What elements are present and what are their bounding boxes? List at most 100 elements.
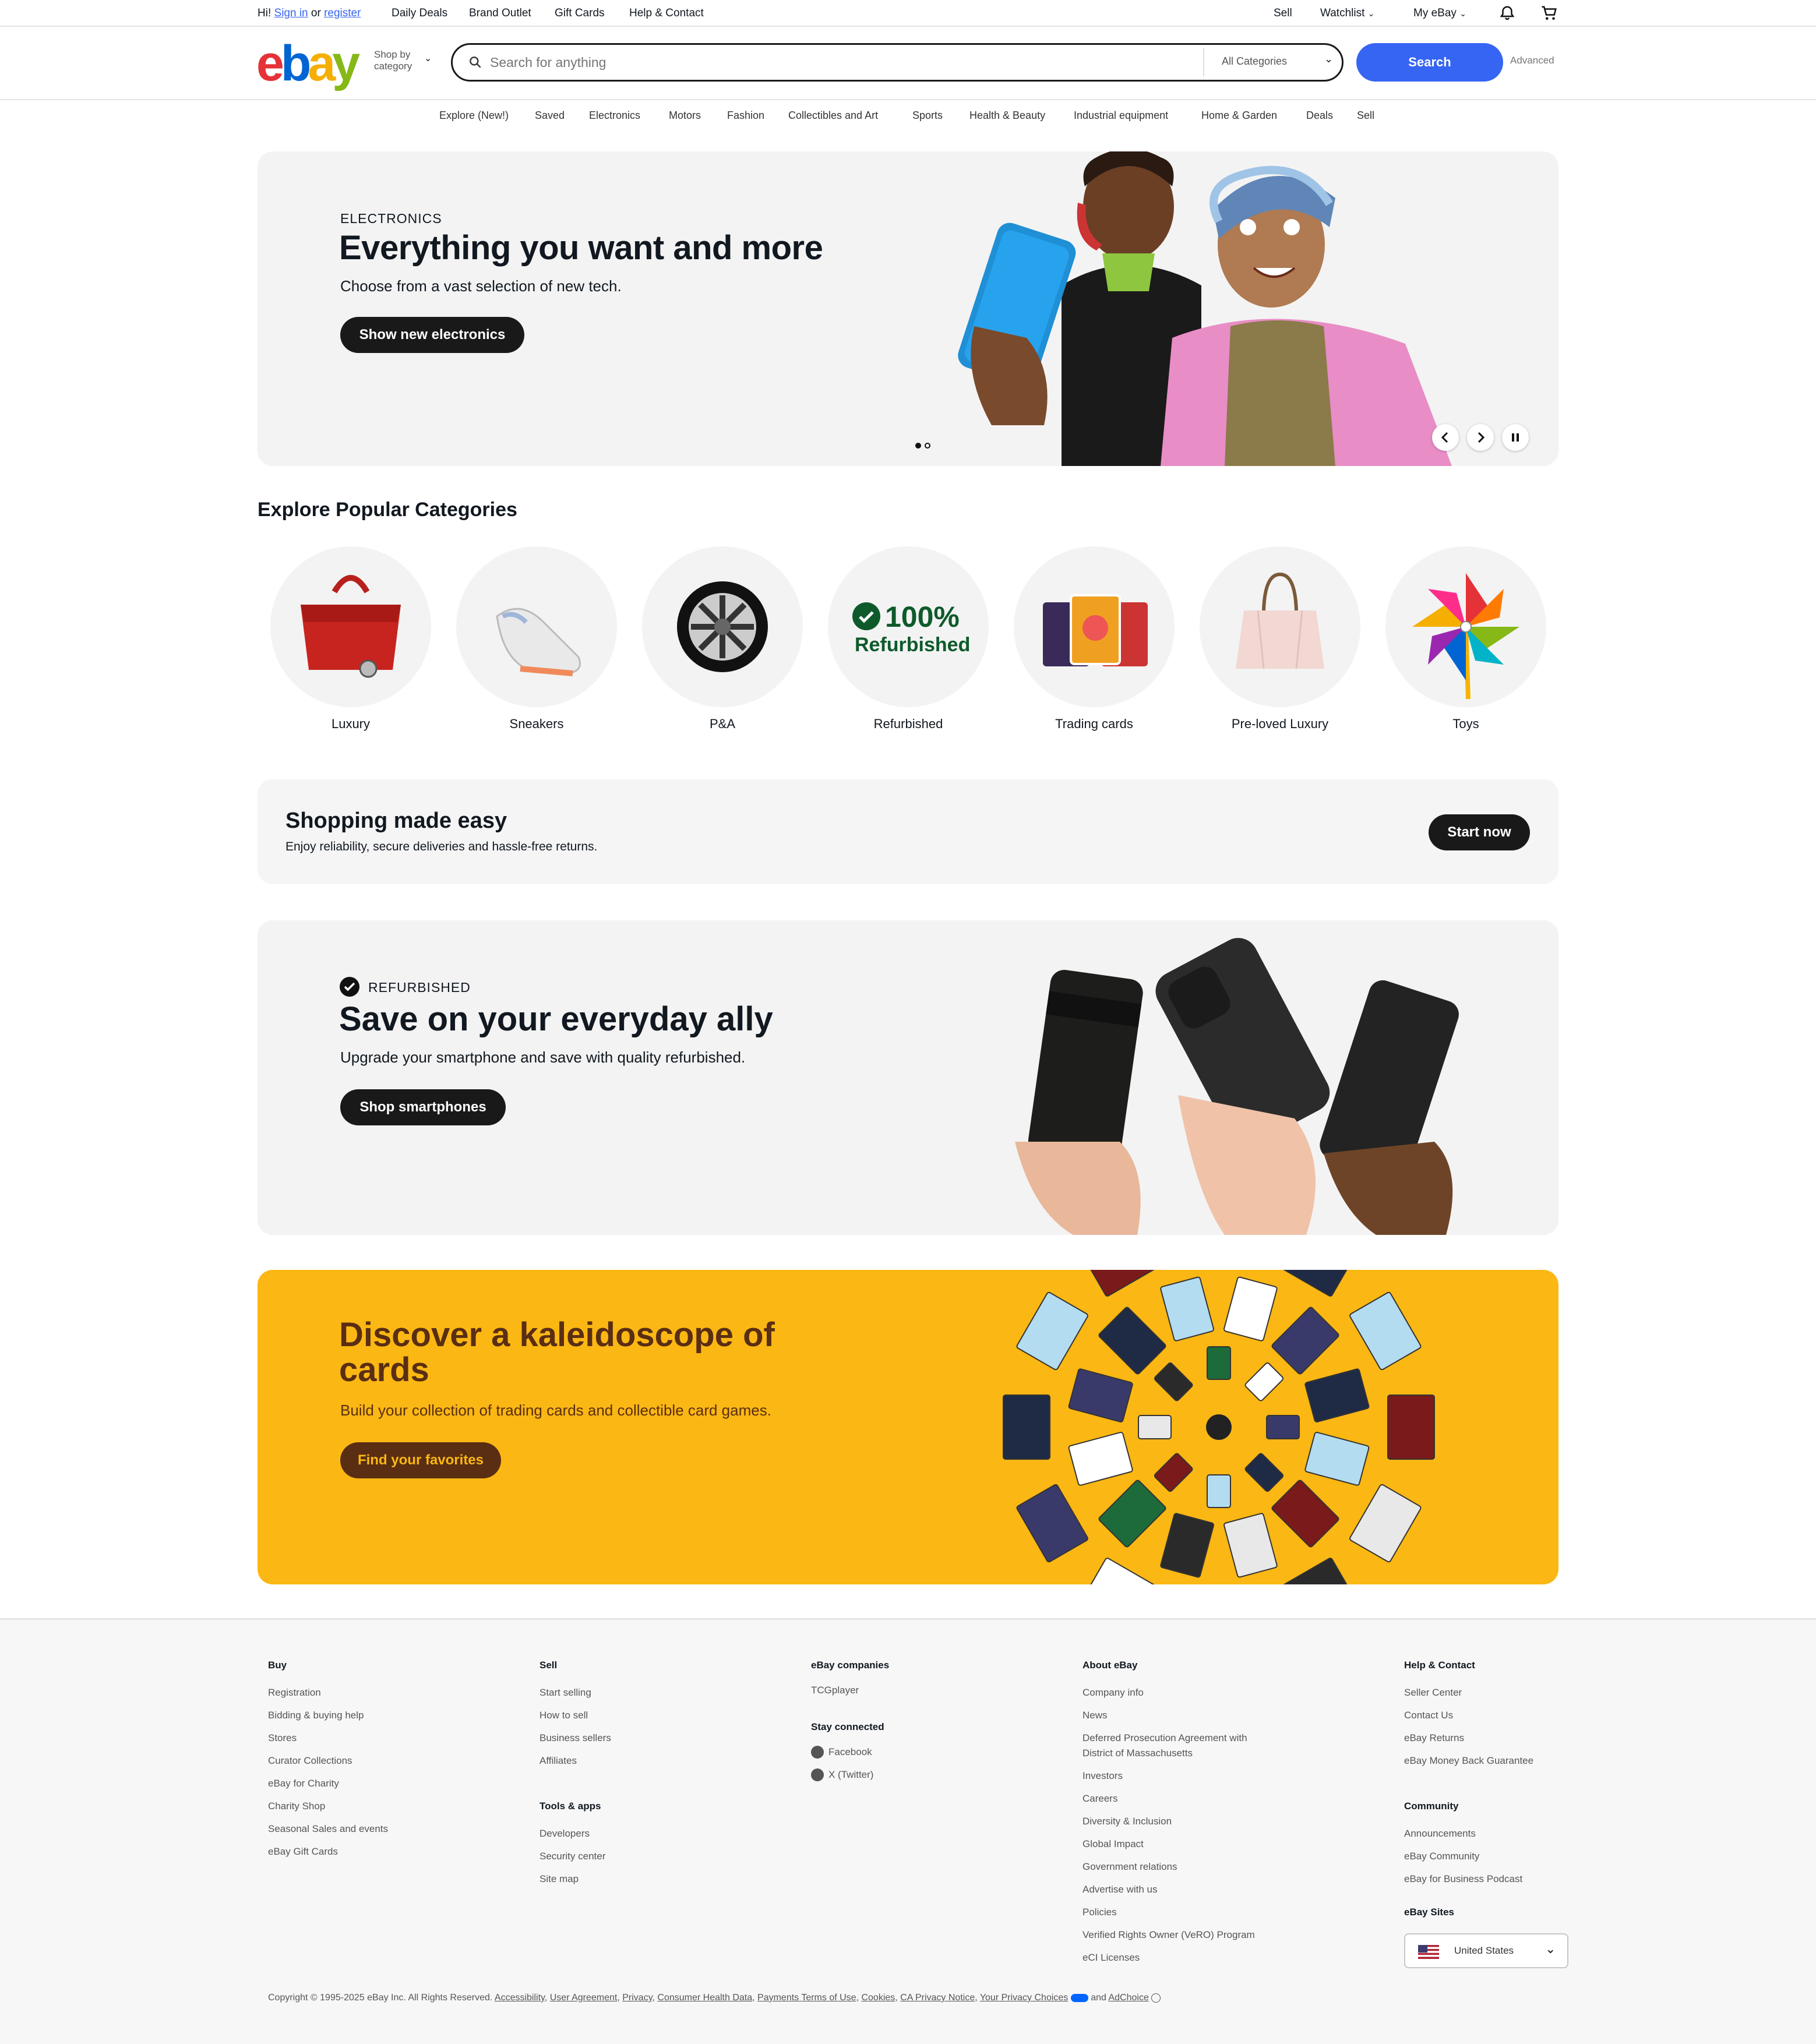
nav-sports[interactable]: Sports [912, 110, 943, 122]
help-contact-link[interactable]: Help & Contact [629, 7, 704, 20]
footer-about-link[interactable]: Company info [1082, 1685, 1144, 1700]
footer-about-link[interactable]: District of Massachusetts [1082, 1746, 1193, 1761]
adchoice-link[interactable]: AdChoice [1108, 1993, 1148, 2003]
footer-about-link[interactable]: Deferred Prosecution Agreement with [1082, 1731, 1247, 1746]
nav-industrial[interactable]: Industrial equipment [1074, 110, 1168, 122]
category-toys[interactable] [1385, 546, 1546, 707]
nav-collectibles[interactable]: Collectibles and Art [788, 110, 878, 122]
shop-smartphones-button[interactable]: Shop smartphones [340, 1089, 506, 1125]
trading-cards-banner[interactable]: Discover a kaleidoscope of cards Build y… [258, 1270, 1558, 1584]
category-label-luxury[interactable]: Luxury [270, 716, 431, 732]
category-trading-cards[interactable] [1014, 546, 1175, 707]
ca-privacy-link[interactable]: CA Privacy Notice [900, 1993, 975, 2003]
carousel-pause-button[interactable] [1502, 424, 1529, 451]
footer-buy-link[interactable]: eBay Gift Cards [268, 1844, 338, 1859]
footer-sell-link[interactable]: Start selling [539, 1685, 591, 1700]
carousel-next-button[interactable] [1467, 424, 1494, 451]
footer-about-link[interactable]: Global Impact [1082, 1837, 1144, 1852]
search-button[interactable]: Search [1356, 43, 1503, 82]
category-pre-loved-luxury[interactable] [1200, 546, 1360, 707]
user-agreement-link[interactable]: User Agreement [550, 1993, 618, 2003]
find-favorites-button[interactable]: Find your favorites [340, 1442, 501, 1478]
cookies-link[interactable]: Cookies [861, 1993, 895, 2003]
footer-sell-link[interactable]: Affiliates [539, 1753, 577, 1768]
nav-health-beauty[interactable]: Health & Beauty [969, 110, 1045, 122]
search-input[interactable] [490, 48, 1247, 76]
footer-about-link[interactable]: Investors [1082, 1768, 1123, 1784]
watchlist-menu[interactable]: Watchlist ⌄ [1320, 7, 1374, 20]
advanced-search-link[interactable]: Advanced [1510, 55, 1554, 66]
footer-community-link[interactable]: eBay Community [1404, 1849, 1479, 1864]
footer-buy-link[interactable]: Bidding & buying help [268, 1708, 364, 1723]
my-ebay-menu[interactable]: My eBay ⌄ [1413, 7, 1466, 20]
footer-about-link[interactable]: Policies [1082, 1905, 1117, 1920]
bell-icon[interactable] [1498, 5, 1516, 22]
category-select[interactable]: All Categories ⌄ [1215, 45, 1343, 80]
footer-tools-link[interactable]: Security center [539, 1849, 605, 1864]
daily-deals-link[interactable]: Daily Deals [392, 7, 447, 20]
footer-about-link[interactable]: Careers [1082, 1791, 1117, 1806]
gift-cards-link[interactable]: Gift Cards [555, 7, 605, 20]
consumer-health-data-link[interactable]: Consumer Health Data [657, 1993, 752, 2003]
ebay-sites-select[interactable]: United States ⌄ [1404, 1933, 1568, 1968]
start-now-button[interactable]: Start now [1429, 814, 1530, 850]
brand-outlet-link[interactable]: Brand Outlet [469, 7, 531, 20]
nav-sell[interactable]: Sell [1357, 110, 1374, 122]
nav-deals[interactable]: Deals [1306, 110, 1333, 122]
sign-in-link[interactable]: Sign in [274, 7, 308, 19]
carousel-dot[interactable] [925, 443, 930, 449]
privacy-link[interactable]: Privacy [622, 1993, 652, 2003]
footer-help-link[interactable]: eBay Returns [1404, 1731, 1464, 1746]
footer-tools-link[interactable]: Site map [539, 1872, 579, 1887]
nav-home-garden[interactable]: Home & Garden [1201, 110, 1277, 122]
footer-community-link[interactable]: eBay for Business Podcast [1404, 1872, 1522, 1887]
category-refurbished[interactable]: 100% Refurbished [828, 546, 989, 707]
nav-electronics[interactable]: Electronics [589, 110, 640, 122]
footer-buy-link[interactable]: Stores [268, 1731, 297, 1746]
footer-community-link[interactable]: Announcements [1404, 1826, 1476, 1841]
footer-sell-link[interactable]: How to sell [539, 1708, 588, 1723]
category-label-pre-loved-luxury[interactable]: Pre-loved Luxury [1200, 716, 1360, 732]
footer-help-link[interactable]: Contact Us [1404, 1708, 1453, 1723]
category-label-sneakers[interactable]: Sneakers [456, 716, 617, 732]
facebook-link[interactable]: Facebook [828, 1745, 872, 1760]
nav-motors[interactable]: Motors [669, 110, 701, 122]
cart-icon[interactable] [1540, 5, 1558, 22]
hero-banner[interactable]: ELECTRONICS Everything you want and more… [258, 151, 1558, 466]
footer-sell-link[interactable]: Business sellers [539, 1731, 611, 1746]
category-label-pa[interactable]: P&A [642, 716, 803, 732]
footer-about-link[interactable]: Government relations [1082, 1859, 1177, 1874]
category-sneakers[interactable] [456, 546, 617, 707]
nav-saved[interactable]: Saved [535, 110, 565, 122]
footer-buy-link[interactable]: Curator Collections [268, 1753, 352, 1768]
ebay-logo[interactable]: ebay [256, 38, 360, 89]
carousel-dot-active[interactable] [915, 443, 921, 449]
accessibility-link[interactable]: Accessibility [495, 1993, 545, 2003]
payments-terms-link[interactable]: Payments Terms of Use [757, 1993, 856, 2003]
refurbished-banner[interactable]: REFURBISHED Save on your everyday ally U… [258, 920, 1558, 1235]
x-twitter-link[interactable]: X (Twitter) [828, 1767, 873, 1782]
footer-about-link[interactable]: eCI Licenses [1082, 1950, 1140, 1965]
footer-help-link[interactable]: Seller Center [1404, 1685, 1462, 1700]
category-label-toys[interactable]: Toys [1385, 716, 1546, 732]
register-link[interactable]: register [324, 7, 361, 19]
footer-buy-link[interactable]: Registration [268, 1685, 321, 1700]
category-label-refurbished[interactable]: Refurbished [828, 716, 989, 732]
footer-about-link[interactable]: Diversity & Inclusion [1082, 1814, 1172, 1829]
footer-buy-link[interactable]: Seasonal Sales and events [268, 1821, 388, 1837]
privacy-choices-link[interactable]: Your Privacy Choices [980, 1993, 1068, 2003]
footer-companies-link[interactable]: TCGplayer [811, 1683, 859, 1698]
nav-explore[interactable]: Explore (New!) [439, 110, 509, 122]
footer-help-link[interactable]: eBay Money Back Guarantee [1404, 1753, 1533, 1768]
show-electronics-button[interactable]: Show new electronics [340, 317, 524, 353]
shop-by-category-button[interactable]: Shop by category [374, 49, 412, 72]
nav-fashion[interactable]: Fashion [727, 110, 764, 122]
footer-buy-link[interactable]: eBay for Charity [268, 1776, 339, 1791]
footer-about-link[interactable]: Verified Rights Owner (VeRO) Program [1082, 1927, 1255, 1943]
footer-about-link[interactable]: News [1082, 1708, 1108, 1723]
category-parts-accessories[interactable] [642, 546, 803, 707]
sell-link[interactable]: Sell [1274, 7, 1292, 20]
category-luxury[interactable] [270, 546, 431, 707]
footer-about-link[interactable]: Advertise with us [1082, 1882, 1158, 1897]
carousel-prev-button[interactable] [1432, 424, 1459, 451]
